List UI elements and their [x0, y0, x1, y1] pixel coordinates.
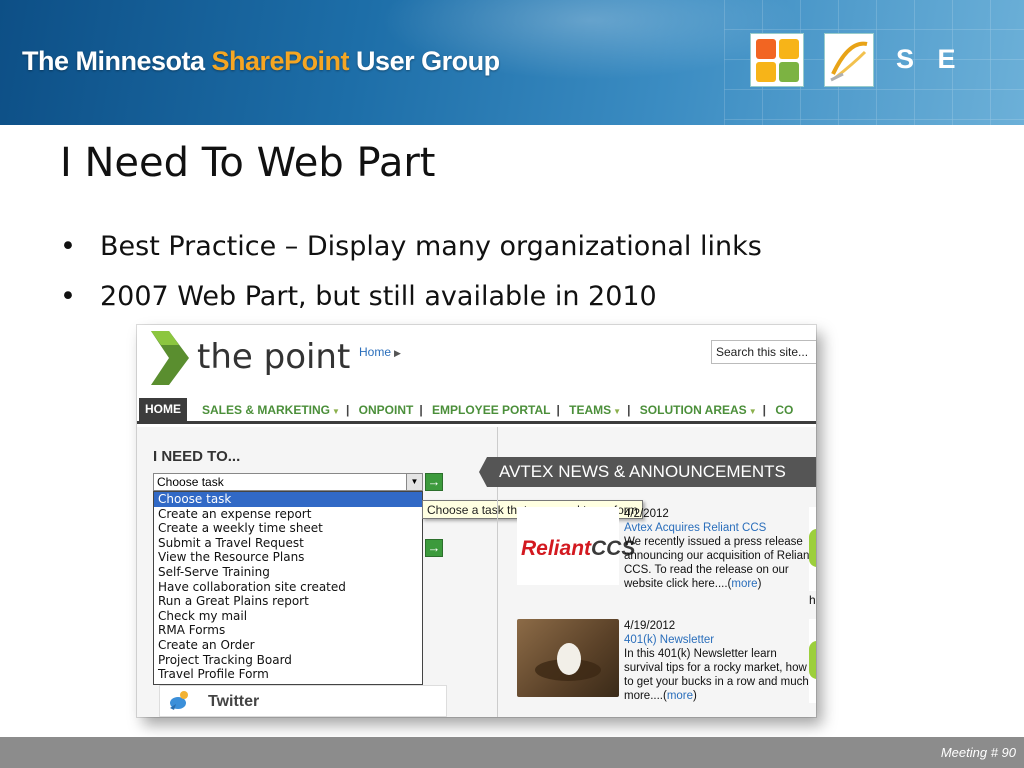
task-option[interactable]: View the Resource Plans [154, 550, 422, 565]
slide-title: I Need To Web Part [60, 140, 436, 186]
bullet-list: • Best Practice – Display many organizati… [60, 222, 762, 322]
twitter-bird-icon [170, 691, 188, 710]
task-option[interactable]: Submit a Travel Request [154, 536, 422, 551]
news-header-text: AVTEX NEWS & ANNOUNCEMENTS [499, 462, 786, 481]
meeting-number: Meeting # 90 [940, 745, 1016, 760]
bullet-item: • Best Practice – Display many organizati… [60, 222, 762, 272]
chevron-down-icon: ▼ [748, 407, 757, 416]
twitter-label: Twitter [208, 693, 260, 710]
go-arrow-button-secondary[interactable]: → [425, 539, 443, 557]
task-option[interactable]: Create a weekly time sheet [154, 521, 422, 536]
nav-item-co[interactable]: CO [775, 403, 793, 417]
group-title: The Minnesota SharePoint User Group [22, 46, 500, 77]
news-date: 4/19/2012 [624, 620, 676, 632]
nav-item-solution-areas[interactable]: SOLUTION AREAS ▼ [640, 403, 757, 417]
bullet-text: 2007 Web Part, but still available in 20… [100, 281, 657, 312]
sharepoint-logo-icon [824, 33, 874, 87]
chevron-down-icon: ▼ [332, 407, 340, 416]
se-text: S E [896, 44, 964, 74]
top-navigation: HOME SALES & MARKETING ▼ | ONPOINT | EMPLOY… [137, 398, 816, 424]
news-header-flag [479, 457, 487, 487]
bullet-dot: • [60, 231, 76, 262]
twitter-webpart[interactable]: Twitter [159, 685, 447, 717]
side-green-decoration [809, 529, 816, 567]
site-name: the point [197, 337, 351, 377]
news-body: In this 401(k) Newsletter learn survival… [624, 648, 809, 702]
news-body: We recently issued a press release annou… [624, 536, 813, 590]
news-text: 4/2/2012 Avtex Acquires Reliant CCS We r… [624, 507, 814, 591]
sharepoint-screenshot: the point Home ▶ Search this site... HOME… [137, 325, 816, 717]
task-option[interactable]: Run a Great Plains report [154, 594, 422, 609]
news-more-link[interactable]: more [667, 690, 693, 702]
office-logo-icon [750, 33, 804, 87]
nav-items: SALES & MARKETING ▼ | ONPOINT | EMPLOYEE PO… [202, 403, 794, 417]
go-arrow-button[interactable]: → [425, 473, 443, 491]
task-option[interactable]: RMA Forms [154, 623, 422, 638]
task-option[interactable]: Project Tracking Board [154, 653, 422, 668]
bullet-text: Best Practice – Display many organizatio… [100, 231, 762, 262]
task-option[interactable]: Self-Serve Training [154, 565, 422, 580]
nav-item-employee-portal[interactable]: EMPLOYEE PORTAL [432, 403, 550, 417]
reliant-brand: ReliantCCS [521, 537, 636, 560]
breadcrumb-home-link[interactable]: Home ▶ [359, 345, 401, 359]
task-option[interactable]: Choose task [154, 492, 422, 507]
news-text: 4/19/2012 401(k) Newsletter In this 401(… [624, 619, 814, 703]
nest-egg-photo [517, 619, 619, 697]
task-option[interactable]: Travel Profile Form [154, 667, 422, 682]
site-chevron-logo-icon [151, 331, 189, 385]
ineed-webpart-title: I NEED TO... [153, 448, 241, 465]
bullet-dot: • [60, 281, 76, 312]
task-option[interactable]: Create an expense report [154, 507, 422, 522]
nav-home-tab[interactable]: HOME [139, 398, 187, 421]
task-option[interactable]: Check my mail [154, 609, 422, 624]
news-title-link[interactable]: 401(k) Newsletter [624, 633, 814, 647]
dropdown-arrow-icon[interactable]: ▼ [406, 474, 422, 490]
side-green-decoration [809, 641, 816, 679]
group-title-part2: User Group [349, 46, 500, 76]
task-select-value: Choose task [157, 475, 224, 489]
bullet-item: • 2007 Web Part, but still available in 2… [60, 272, 762, 322]
news-header: AVTEX NEWS & ANNOUNCEMENTS [479, 457, 816, 487]
search-input[interactable]: Search this site... [711, 340, 816, 364]
footer-bar: Meeting # 90 [0, 737, 1024, 768]
breadcrumb-home-text: Home [359, 345, 392, 359]
header-banner: The Minnesota SharePoint User Group S E [0, 0, 1024, 125]
group-title-part1: The Minnesota [22, 46, 212, 76]
nav-item-onpoint[interactable]: ONPOINT [359, 403, 414, 417]
news-more-link[interactable]: more [731, 578, 757, 590]
news-item: 4/19/2012 401(k) Newsletter In this 401(… [517, 619, 809, 705]
side-text-fragment: h [809, 593, 816, 607]
news-item: ReliantCCS 4/2/2012 Avtex Acquires Relia… [517, 507, 813, 593]
slide: The Minnesota SharePoint User Group S E … [0, 0, 1024, 768]
news-title-link[interactable]: Avtex Acquires Reliant CCS [624, 521, 814, 535]
nav-item-teams[interactable]: TEAMS ▼ [569, 403, 621, 417]
reliant-ccs-logo: ReliantCCS [517, 507, 635, 585]
task-select[interactable]: Choose task ▼ [153, 473, 423, 491]
nav-item-sales-marketing[interactable]: SALES & MARKETING ▼ [202, 403, 340, 417]
group-title-accent: SharePoint [211, 46, 350, 76]
task-option[interactable]: Have collaboration site created [154, 580, 422, 595]
chevron-down-icon: ▼ [613, 407, 622, 416]
task-dropdown-list[interactable]: Choose task Create an expense report Creat… [153, 491, 423, 685]
breadcrumb-arrow-icon: ▶ [394, 348, 401, 358]
page-body: I NEED TO... Choose task ▼ → → Choose ta… [137, 427, 816, 717]
news-date: 4/2/2012 [624, 508, 669, 520]
task-option[interactable]: Create an Order [154, 638, 422, 653]
